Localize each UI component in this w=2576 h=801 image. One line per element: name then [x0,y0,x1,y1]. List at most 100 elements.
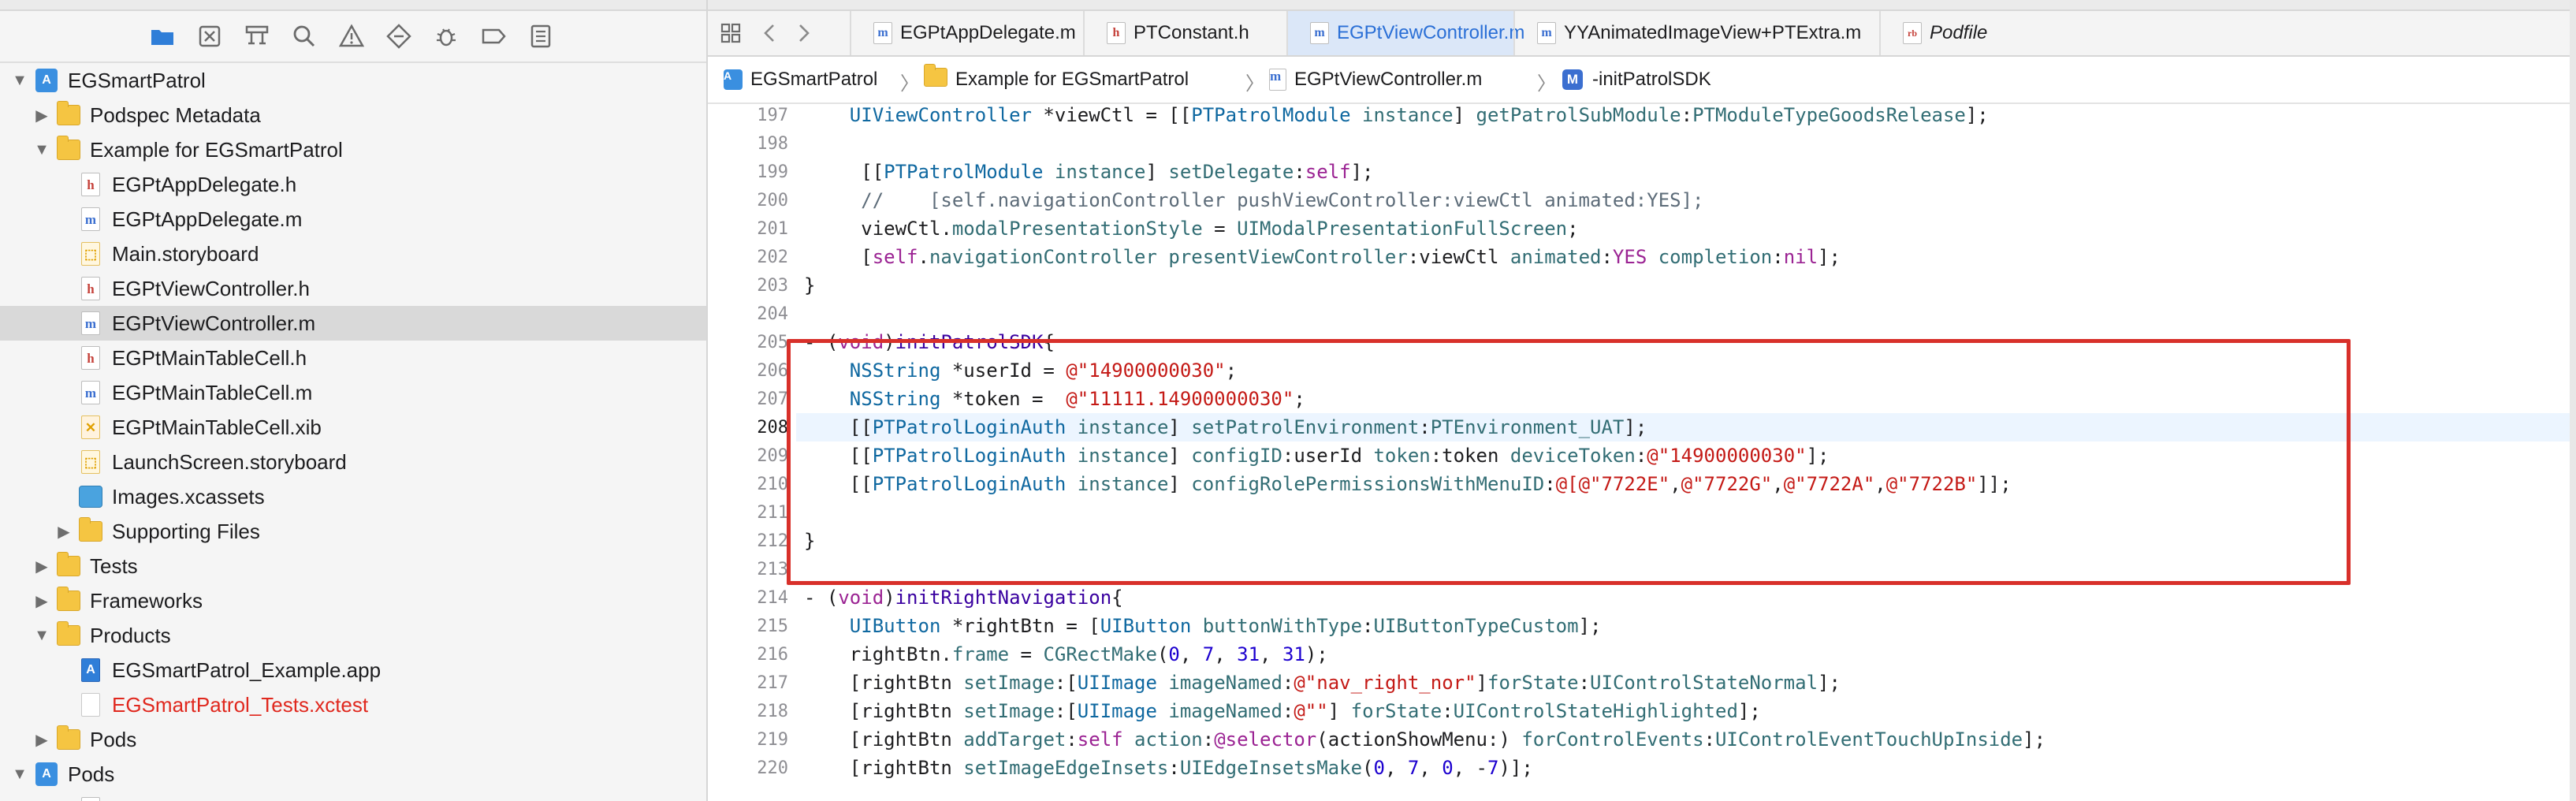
disclosure-closed-icon[interactable]: ▶ [55,523,73,541]
tree-item[interactable]: rb Podfile [0,792,706,801]
tree-item[interactable]: ▼ Example for EGSmartPatrol [0,132,706,167]
line-number: 209 [757,446,788,466]
header-file-icon: h [79,346,102,370]
tree-item[interactable]: ▼ A Pods [0,757,706,792]
tree-item[interactable]: ▶ Frameworks [0,583,706,618]
header-file-icon: h [1107,22,1126,44]
tree-item-label: EGSmartPatrol_Tests.xctest [112,692,369,717]
code-line: } [804,274,816,296]
code-line: [rightBtn addTarget:self action:@selecto… [804,728,2046,751]
warning-icon[interactable] [336,20,367,52]
forward-icon[interactable] [790,19,817,47]
window-top-edge [0,0,706,11]
m-file-icon: m [1269,69,1286,91]
crumb-file-label: EGPtViewController.m [1294,69,1483,90]
chevron-right-icon: 〉 [1537,73,1556,95]
tree-item-label: LaunchScreen.storyboard [112,449,347,474]
grid-icon[interactable] [717,19,744,47]
disclosure-closed-icon[interactable]: ▶ [33,106,50,125]
disclosure-open-icon[interactable]: ▼ [33,627,50,644]
line-number: 201 [757,219,788,239]
tree-item-label: EGPtAppDelegate.m [112,207,303,231]
source-control-icon[interactable] [194,20,225,52]
tree-item[interactable]: m EGPtAppDelegate.m [0,202,706,237]
line-number: 211 [757,503,788,523]
disclosure-open-icon[interactable]: ▼ [11,72,28,89]
tree-item[interactable]: Images.xcassets [0,479,706,514]
editor-tab[interactable]: h PTConstant.h [1083,11,1286,55]
tree-item[interactable]: m EGPtViewController.m [0,306,706,341]
tree-item[interactable]: m EGPtMainTableCell.m [0,375,706,410]
code-line: viewCtl.modalPresentationStyle = UIModal… [804,218,1579,240]
method-icon: M [1562,69,1583,90]
line-number: 216 [757,645,788,665]
tree-item-label: Main.storyboard [112,241,259,266]
tree-item[interactable]: ▶ Tests [0,549,706,583]
code-line: [self.navigationController presentViewCo… [804,246,1841,268]
tree-item-label: EGPtMainTableCell.m [112,380,313,404]
code-line: [[PTPatrolModule instance] setDelegate:s… [804,161,1374,183]
disclosure-closed-icon[interactable]: ▶ [33,592,50,610]
line-number: 215 [757,617,788,636]
line-number: 204 [757,304,788,324]
tree-item-label: Products [90,623,171,647]
tree-item[interactable]: h EGPtMainTableCell.h [0,341,706,375]
line-number: 207 [757,389,788,409]
tree-item[interactable]: ⬚ Main.storyboard [0,237,706,271]
tree-item-label: EGPtAppDelegate.h [112,172,297,196]
back-icon[interactable] [757,19,784,47]
line-number: 199 [757,162,788,182]
report-icon[interactable] [525,20,557,52]
editor-tab-label: EGPtAppDelegate.m [900,22,1076,43]
tree-item[interactable]: ✕ EGPtMainTableCell.xib [0,410,706,445]
crumb-group[interactable]: Example for EGSmartPatrol [924,63,1189,91]
crumb-group-label: Example for EGSmartPatrol [955,69,1189,90]
code-line: UIViewController *viewCtl = [[PTPatrolMo… [849,104,1989,126]
symbol-icon[interactable] [241,20,273,52]
search-icon[interactable] [288,20,320,52]
disclosure-closed-icon[interactable]: ▶ [33,557,50,576]
editor-tab[interactable]: m EGPtViewController.m [1286,11,1524,55]
tree-item[interactable]: ▶ Pods [0,722,706,757]
crumb-symbol[interactable]: M -initPatrolSDK [1562,68,1711,91]
tree-item-label: Podfile [112,797,175,801]
code-line: [rightBtn setImage:[UIImage imageNamed:@… [804,672,1841,694]
disclosure-open-icon[interactable]: ▼ [11,766,28,783]
folder-icon[interactable] [147,20,178,52]
tree-item-label: Podspec Metadata [90,102,261,127]
test-icon[interactable] [383,20,415,52]
line-number: 218 [757,702,788,721]
app-icon: A [79,658,102,682]
crumb-project[interactable]: A EGSmartPatrol [724,68,877,91]
editor-tab[interactable]: rb Podfile [1879,11,2100,55]
editor-tab[interactable]: m EGPtAppDelegate.m [850,11,1083,55]
debug-icon[interactable] [430,20,462,52]
folder-icon [57,136,80,162]
breakpoint-icon[interactable] [478,20,509,52]
tree-item[interactable]: EGSmartPatrol_Tests.xctest [0,687,706,722]
xib-icon: ✕ [79,415,102,439]
tree-item[interactable]: ▶ Supporting Files [0,514,706,549]
project-icon: A [35,69,58,92]
tree-item[interactable]: ▼ A EGSmartPatrol [0,63,706,98]
m-file-icon: m [873,22,892,44]
m-file-icon: m [79,311,102,335]
storyboard-icon: ⬚ [79,450,102,474]
tree-item[interactable]: h EGPtViewController.h [0,271,706,306]
line-number: 210 [757,475,788,494]
editor-tab-label: Podfile [1930,22,1988,43]
line-number: 203 [757,276,788,296]
tree-item[interactable]: ▶ Podspec Metadata [0,98,706,132]
tree-item[interactable]: ▼ Products [0,618,706,653]
disclosure-open-icon[interactable]: ▼ [33,141,50,158]
crumb-file[interactable]: m EGPtViewController.m [1269,68,1482,91]
tree-item[interactable]: h EGPtAppDelegate.h [0,167,706,202]
line-number: 213 [757,560,788,579]
disclosure-closed-icon[interactable]: ▶ [33,731,50,749]
folder-icon [57,621,80,647]
tree-item[interactable]: ⬚ LaunchScreen.storyboard [0,445,706,479]
tree-item-label: EGSmartPatrol [68,68,206,92]
tree-item[interactable]: A EGSmartPatrol_Example.app [0,653,706,687]
editor-tab[interactable]: m YYAnimatedImageView+PTExtra.m [1513,11,1879,55]
navigator-toolbar [0,11,706,63]
